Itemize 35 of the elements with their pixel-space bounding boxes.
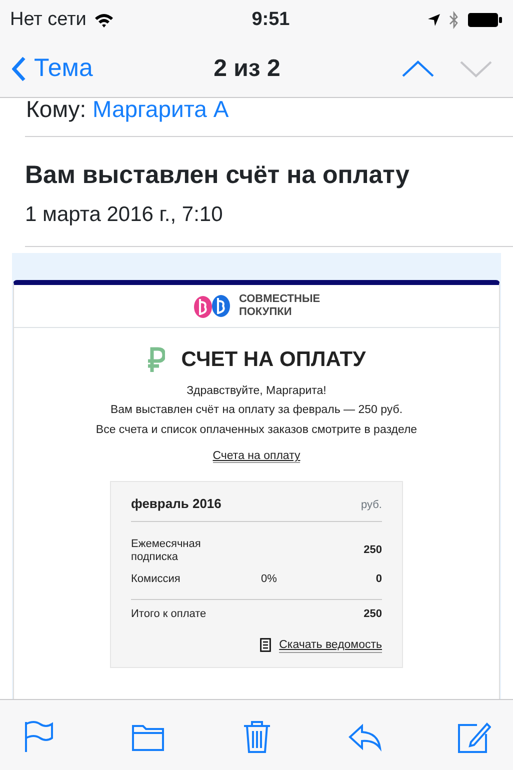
invoice-title: СЧЕТ НА ОПЛАТУ bbox=[181, 347, 366, 373]
bluetooth-icon bbox=[449, 11, 460, 29]
ruble-icon bbox=[147, 346, 166, 373]
message-text: Вам выставлен счёт на оплату за февраль — 250 руб. bbox=[109, 403, 404, 418]
amount-value: 250 bbox=[364, 544, 382, 558]
logo-icon bbox=[192, 293, 231, 319]
location-icon bbox=[427, 13, 442, 27]
flag-icon[interactable] bbox=[22, 720, 56, 754]
carrier-label: Нет сети bbox=[10, 8, 86, 32]
recipient-name[interactable]: Маргарита А bbox=[92, 98, 229, 121]
total-label: Итого к оплате bbox=[131, 608, 206, 622]
total-amount: 250 bbox=[364, 608, 382, 622]
brand-name: СОВМЕСТНЫЕ ПОКУПКИ bbox=[238, 293, 320, 319]
compose-icon[interactable] bbox=[457, 720, 491, 754]
battery-icon bbox=[467, 12, 504, 28]
recipient-label: Кому: bbox=[26, 98, 86, 121]
download-link[interactable]: Скачать ведомость bbox=[279, 638, 382, 653]
amount-value: 0 bbox=[376, 573, 382, 587]
line-item-label: Ежемесячная подписка bbox=[131, 538, 202, 566]
wifi-icon bbox=[94, 12, 114, 28]
invoice-month: февраль 2016 bbox=[131, 496, 222, 513]
back-button[interactable]: Тема bbox=[12, 50, 174, 88]
rate-value: 0% bbox=[261, 573, 277, 586]
back-icon bbox=[12, 56, 26, 82]
message-text: Все счета и список оплаченных заказов смотрите в разделе bbox=[94, 423, 418, 438]
previous-icon[interactable] bbox=[401, 58, 435, 80]
currency-label: руб. bbox=[361, 498, 382, 513]
message-text: Здравствуйте, Маргарита! bbox=[186, 384, 328, 398]
document-icon bbox=[260, 638, 272, 652]
message-counter: 2 из 2 bbox=[212, 54, 282, 84]
date: 1 марта 2016 г., 7:10 bbox=[24, 202, 224, 228]
subject: Вам выставлен счёт на оплату bbox=[24, 160, 410, 191]
invoices-link[interactable]: Счета на оплату bbox=[212, 450, 300, 464]
line-item-label: Комиссия bbox=[131, 573, 182, 587]
clock: 9:51 bbox=[250, 8, 291, 32]
